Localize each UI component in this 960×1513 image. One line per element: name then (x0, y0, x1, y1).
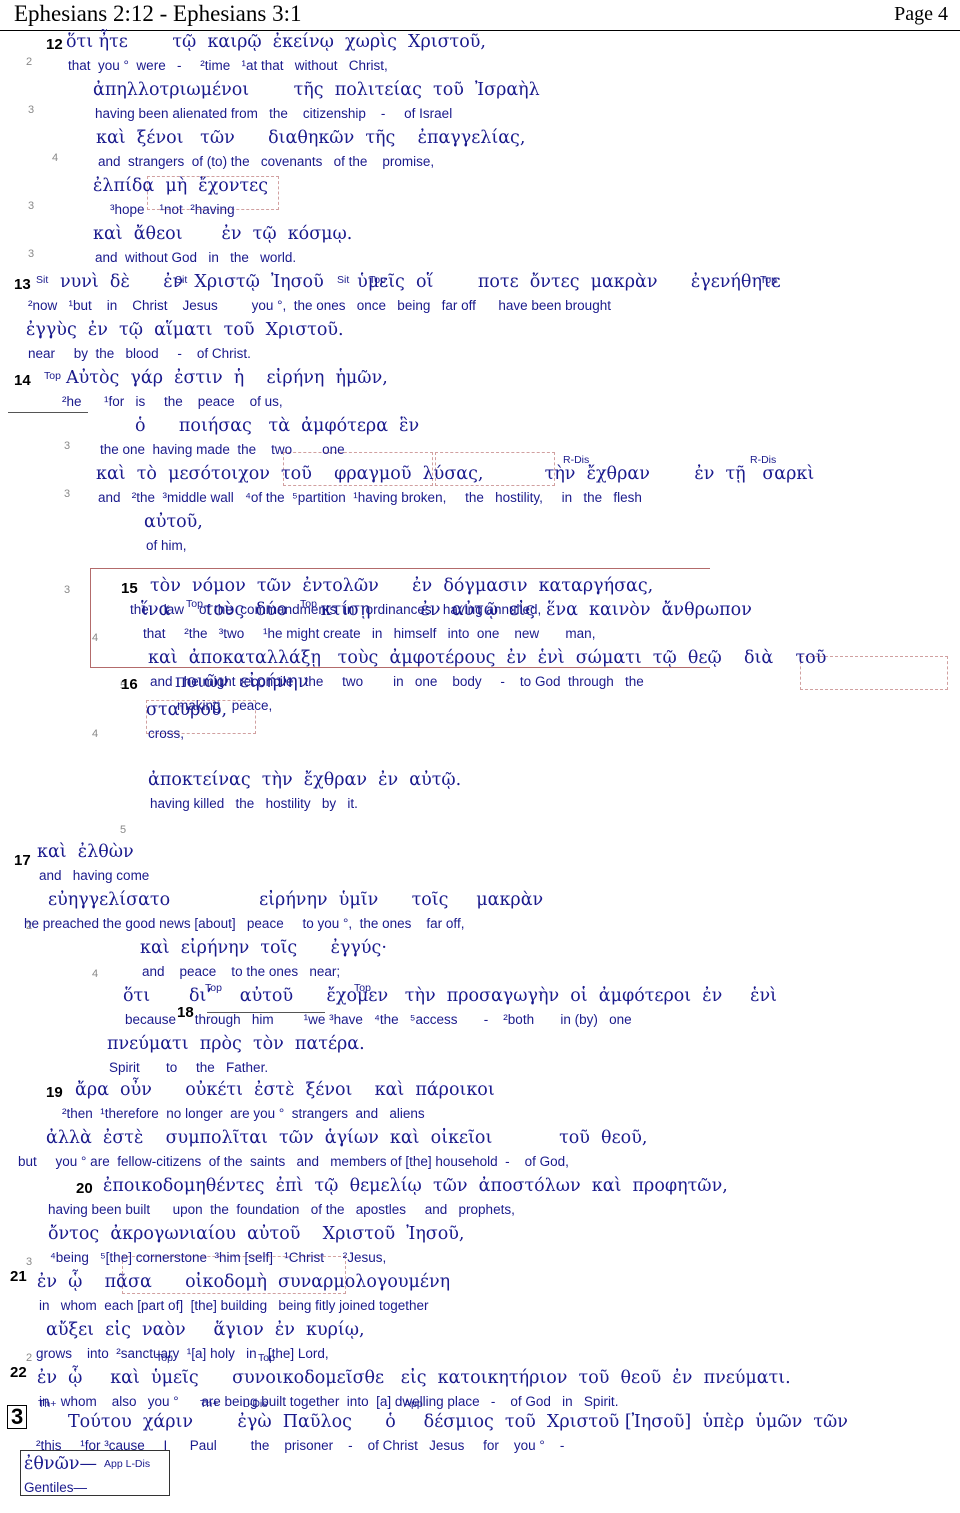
english-line: having killed the hostility by it. (150, 796, 358, 811)
english-line: that you ° were - ²time ¹at that without… (68, 58, 388, 73)
indent-level: 3 (28, 104, 35, 116)
tag-app-ldis: App L-Dis (104, 1458, 151, 1470)
greek-line: εὐηγγελίσατο εἰρήνην ὑμῖν τοῖς μακρὰν (48, 890, 544, 910)
english-line: near by the blood - of Christ. (28, 346, 251, 361)
english-line: Spirit to the Father. (109, 1060, 269, 1075)
page-number: Page 4 (894, 3, 948, 25)
greek-line: ὁ ποιήσας τὰ ἀμφότερα ἓν (135, 416, 420, 436)
english-line: and strangers of (to) the covenants of t… (98, 154, 435, 169)
greek-line: ἐλπίδα μὴ ἔχοντες (93, 176, 269, 196)
english-line: ²he ¹for is the peace of us, (62, 394, 283, 409)
verse-number: 21 (10, 1268, 27, 1285)
greek-line: ἐν ᾧ πᾶσα οἰκοδομὴ συναρμολογουμένη (37, 1272, 451, 1292)
greek-line: ἐποικοδομηθέντες ἐπὶ τῷ θεμελίῳ τῶν ἀποσ… (103, 1176, 728, 1196)
greek-line: ἵνα τοὺς δύο κτίσῃ ἐν αὐτῷ εἰς ἕνα καινὸ… (141, 600, 752, 620)
english-line: Gentiles— (24, 1480, 88, 1495)
indent-level: 4 (92, 968, 99, 980)
english-line: ²now ¹but in Christ Jesus you °, the one… (28, 298, 611, 313)
english-line: that ²the ³two ¹he might create in himse… (143, 626, 596, 641)
divider-rule-left (8, 412, 88, 413)
english-line: and ²the ³middle wall ⁴of the ⁵partition… (98, 490, 642, 505)
english-line: and peace to the ones near; (142, 964, 341, 979)
greek-line: νυνὶ δὲ ἐν Χριστῷ Ἰησοῦ ὑμεῖς οἵ ποτε ὄν… (60, 272, 781, 292)
greek-line: καὶ ξένοι τῶν διαθηκῶν τῆς ἐπαγγελίας, (96, 128, 526, 148)
greek-line: καὶ ἄθεοι ἐν τῷ κόσμῳ. (93, 224, 353, 244)
greek-line: ὄντος ἀκρογωνιαίου αὐτοῦ Χριστοῦ Ἰησοῦ, (48, 1224, 465, 1244)
greek-line: αὔξει εἰς ναὸν ἅγιον ἐν κυρίῳ, (46, 1320, 365, 1340)
indent-level: 3 (28, 248, 35, 260)
english-line: grows into ²sanctuary ¹[a] holy in [the]… (36, 1346, 329, 1361)
indent-level: 4 (92, 728, 99, 740)
indent-level: 4 (52, 152, 59, 164)
english-line: he preached the good news [about] peace … (24, 916, 465, 931)
indent-level: 3 (26, 1256, 33, 1268)
verse-number: 15 (121, 580, 138, 597)
indent-level: 2 (26, 56, 33, 68)
greek-line: πνεύματι πρὸς τὸν πατέρα. (107, 1034, 365, 1054)
greek-line: ἐγγὺς ἐν τῷ αἵματι τοῦ Χριστοῦ. (26, 320, 344, 340)
indent-level: 2 (26, 1352, 33, 1364)
english-line: ³hope ¹not ²having (110, 202, 235, 217)
english-line: because through him ¹we ³have ⁴the ⁵acce… (125, 1012, 632, 1027)
greek-line: τὸν νόμον τῶν ἐντολῶν ἐν δόγμασιν καταργ… (150, 576, 654, 596)
english-line: ²then ¹therefore no longer are you ° str… (62, 1106, 425, 1121)
english-line: cross, (148, 726, 185, 741)
english-line: in whom each [part of] [the] building be… (39, 1298, 429, 1313)
greek-line: ὅτι δι’ αὐτοῦ ἔχομεν τὴν προσαγωγὴν οἱ ἀ… (123, 986, 778, 1006)
greek-line: καὶ ἀποκαταλλάξῃ τοὺς ἀμφοτέρους ἐν ἑνὶ … (148, 648, 827, 668)
english-line: the one having made the two one (100, 442, 345, 457)
indent-level: 5 (120, 824, 127, 836)
english-line: in whom also you ° are being built toget… (39, 1394, 619, 1409)
verse-number: 16 (121, 676, 138, 693)
greek-line: καὶ ἐλθὼν (37, 842, 134, 862)
greek-line: καὶ εἰρήνην τοῖς ἐγγύς· (140, 938, 387, 958)
indent-level: 3 (64, 440, 71, 452)
verse-number: 19 (46, 1084, 63, 1101)
page-header: Ephesians 2:12 - Ephesians 3:1 Page 4 (0, 0, 960, 31)
greek-line: ὅτι ἦτε τῷ καιρῷ ἐκείνῳ χωρὶς Χριστοῦ, (66, 32, 486, 52)
greek-line: ἀποκτείνας τὴν ἔχθραν ἐν αὐτῷ. (148, 770, 462, 790)
greek-line: ἀπηλλοτριωμένοι τῆς πολιτείας τοῦ Ἰσραὴλ (93, 80, 540, 100)
greek-line: Τούτου χάριν ἐγὼ Παῦλος ὁ δέσμιος τοῦ Χρ… (68, 1412, 848, 1432)
english-line: ⁴being ⁵[the] cornerstone ³him [self] ¹C… (50, 1250, 387, 1265)
english-line: and he might reconcile the two in one bo… (150, 674, 644, 689)
indent-level: 3 (64, 488, 71, 500)
verse-number: 14 (14, 372, 31, 389)
greek-line: Αὐτὸς γάρ ἐστιν ἡ εἰρήνη ἡμῶν, (66, 368, 388, 388)
english-line: and having come (39, 868, 150, 883)
verse-number: 22 (10, 1364, 27, 1381)
greek-line: ἀλλὰ ἐστὲ συμπολῖται τῶν ἁγίων καὶ οἰκεῖ… (46, 1128, 648, 1148)
tag-top: Top (44, 370, 61, 382)
greek-line: ἄρα οὖν οὐκέτι ἐστὲ ξένοι καὶ πάροικοι (75, 1080, 495, 1100)
verse-number: 17 (14, 852, 31, 869)
english-line: and without God in the world. (95, 250, 297, 265)
tag-sit: Sit (36, 274, 49, 286)
english-line: having been built upon the foundation of… (48, 1202, 515, 1217)
indent-level: 3 (64, 584, 71, 596)
verse-number: 13 (14, 276, 31, 293)
english-line: of him, (146, 538, 187, 553)
indent-level: 3 (28, 200, 35, 212)
verse-number: 12 (46, 36, 63, 53)
english-line: but you ° are fellow-citizens of the sai… (18, 1154, 569, 1169)
greek-line: ἐθνῶν— (24, 1454, 97, 1474)
greek-line: σταυροῦ, (146, 700, 228, 720)
page-title: Ephesians 2:12 - Ephesians 3:1 (14, 1, 302, 26)
greek-line: καὶ τὸ μεσότοιχον τοῦ φραγμοῦ λύσας, τὴν… (96, 464, 815, 484)
greek-line: ἐν ᾧ καὶ ὑμεῖς συνοικοδομεῖσθε εἰς κατοι… (37, 1368, 791, 1388)
greek-line: αὐτοῦ, (144, 512, 203, 532)
verse-number: 20 (76, 1180, 93, 1197)
chapter-marker: 3 (7, 1405, 28, 1429)
indent-level: 4 (92, 632, 99, 644)
english-line: having been alienated from the citizensh… (95, 106, 453, 121)
english-line: ²this ¹for ³cause I Paul the prisoner - … (36, 1438, 565, 1453)
